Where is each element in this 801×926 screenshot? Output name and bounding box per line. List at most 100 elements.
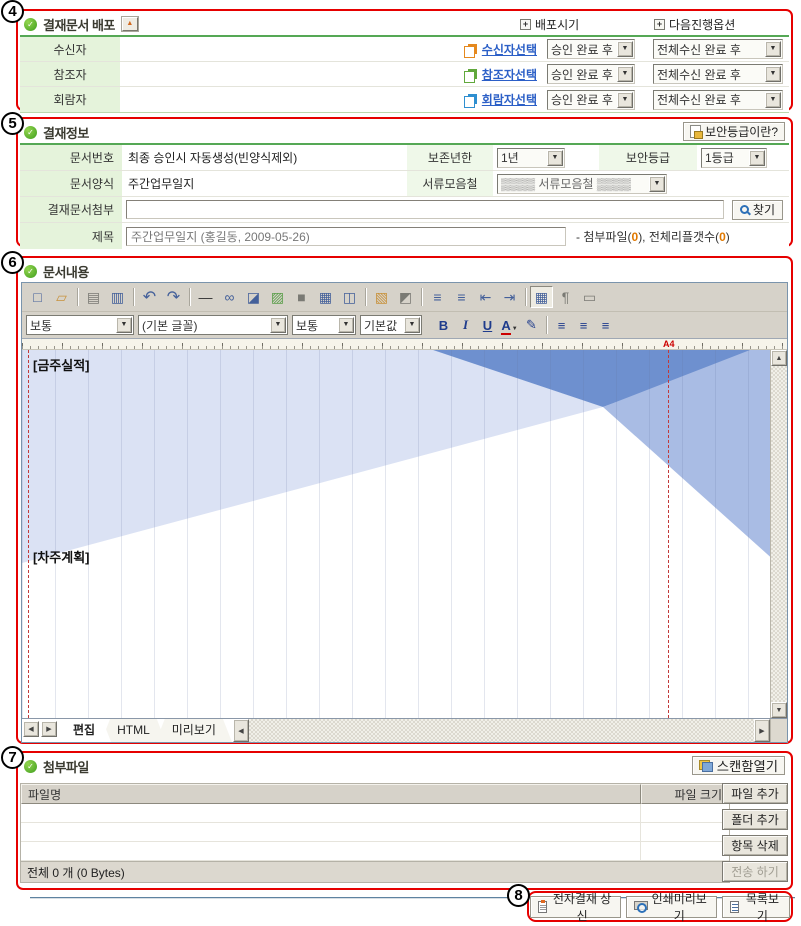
- chevron-down-icon[interactable]: ▼: [617, 66, 633, 82]
- recipient-select-link[interactable]: 수신자선택: [482, 41, 537, 58]
- eraser-icon[interactable]: ◪: [242, 286, 265, 308]
- open-scan-box-button[interactable]: 스캔함열기: [692, 756, 785, 775]
- attachment-buttons: 파일 추가 폴더 추가 항목 삭제 전송 하기: [722, 783, 788, 882]
- horizontal-scrollbar[interactable]: ◀ ▶: [233, 719, 787, 742]
- reference-next-option-select[interactable]: 전체수신 완료 후 ▼: [653, 64, 783, 84]
- expand-plus-icon[interactable]: +: [520, 19, 531, 30]
- circulation-next-option-select[interactable]: 전체수신 완료 후 ▼: [653, 90, 783, 110]
- tab-scroll-right-icon[interactable]: ▶: [41, 721, 57, 737]
- print-icon[interactable]: ▤: [82, 286, 105, 308]
- retention-select[interactable]: 1년 ▼: [497, 148, 565, 168]
- print-preview-button[interactable]: 인쇄미리보기: [626, 896, 717, 918]
- add-folder-button[interactable]: 폴더 추가: [722, 809, 788, 830]
- italic-button[interactable]: I: [455, 315, 476, 335]
- edit-table-icon[interactable]: ▧: [370, 286, 393, 308]
- hyperlink-icon[interactable]: ∞: [218, 286, 241, 308]
- scroll-up-icon[interactable]: ▲: [771, 350, 787, 366]
- circulation-timing-select[interactable]: 승인 완료 후 ▼: [547, 90, 635, 110]
- security-grade-select[interactable]: 1등급 ▼: [701, 148, 767, 168]
- editor-toolbar-format: 보통 ▼ (기본 글꼴) ▼ 보통 ▼ 기본값 ▼: [22, 312, 787, 339]
- paragraph-style-select[interactable]: 보통 ▼: [26, 315, 134, 335]
- align-center-icon[interactable]: ≡: [573, 315, 594, 335]
- document-body[interactable]: [금주실적] [차주계획]: [22, 350, 770, 718]
- chevron-down-icon[interactable]: ▼: [338, 317, 354, 333]
- add-file-button[interactable]: 파일 추가: [722, 783, 788, 804]
- scroll-right-icon[interactable]: ▶: [754, 719, 770, 742]
- insert-image-icon[interactable]: ▨: [266, 286, 289, 308]
- highlight-button[interactable]: ✎: [521, 315, 542, 335]
- row-label: 보안등급: [599, 145, 697, 170]
- open-folder-icon[interactable]: ▱: [50, 286, 73, 308]
- indent-icon[interactable]: ⇥: [498, 286, 521, 308]
- margin-guide-line: [28, 350, 29, 718]
- row-label: 문서양식: [20, 171, 122, 196]
- chevron-down-icon[interactable]: ▼: [404, 317, 420, 333]
- chevron-down-icon[interactable]: ▼: [749, 150, 765, 166]
- security-grade-help-button[interactable]: 보안등급이란?: [683, 122, 785, 141]
- paragraph-marks-icon[interactable]: ¶: [554, 286, 577, 308]
- expand-plus-icon[interactable]: +: [654, 19, 665, 30]
- layer-icon[interactable]: ◫: [338, 286, 361, 308]
- section-check-icon: ✓: [24, 18, 37, 31]
- redo-icon[interactable]: ↷: [162, 286, 185, 308]
- outdent-icon[interactable]: ⇤: [474, 286, 497, 308]
- font-color-button[interactable]: A ▼: [499, 315, 520, 335]
- new-document-icon[interactable]: □: [26, 286, 49, 308]
- chevron-down-icon[interactable]: ▼: [765, 41, 781, 57]
- reference-timing-select[interactable]: 승인 완료 후 ▼: [547, 64, 635, 84]
- font-family-select[interactable]: (기본 글꼴) ▼: [138, 315, 288, 335]
- remove-format-icon[interactable]: ◩: [394, 286, 417, 308]
- toggle-guides-icon[interactable]: ▦: [530, 286, 553, 308]
- chevron-down-icon[interactable]: ▼: [617, 92, 633, 108]
- scroll-down-icon[interactable]: ▼: [771, 702, 787, 718]
- recipient-next-option-select[interactable]: 전체수신 완료 후 ▼: [653, 39, 783, 59]
- circulation-select-link[interactable]: 회람자선택: [482, 91, 537, 108]
- submit-approval-button[interactable]: 전자결재 상신: [530, 896, 621, 918]
- horizontal-rule-icon[interactable]: —: [194, 286, 217, 308]
- tab-edit[interactable]: 편집: [57, 719, 111, 742]
- find-button[interactable]: 찾기: [732, 200, 783, 220]
- chevron-down-icon[interactable]: ▼: [617, 41, 633, 57]
- reference-select-link[interactable]: 참조자선택: [482, 66, 537, 83]
- doc-form-row: 문서양식 주간업무일지 서류모음철 ▒▒▒▒ 서류모음철 ▒▒▒▒ ▼: [20, 171, 789, 197]
- chevron-down-icon[interactable]: ▼: [765, 66, 781, 82]
- chevron-down-icon[interactable]: ▼: [649, 176, 665, 192]
- list-view-button[interactable]: 목록보기: [722, 896, 790, 918]
- align-left-icon[interactable]: ≡: [551, 315, 572, 335]
- ordered-list-icon[interactable]: ≡: [426, 286, 449, 308]
- scroll-left-icon[interactable]: ◀: [233, 719, 249, 742]
- recipient-timing-select[interactable]: 승인 완료 후 ▼: [547, 39, 635, 59]
- send-button[interactable]: 전송 하기: [722, 861, 788, 882]
- chevron-down-icon[interactable]: ▼: [765, 92, 781, 108]
- subject-input[interactable]: [126, 227, 566, 246]
- toolbar-separator: [133, 288, 134, 306]
- chevron-down-icon[interactable]: ▼: [116, 317, 132, 333]
- insert-media-icon[interactable]: ■: [290, 286, 313, 308]
- bold-button[interactable]: B: [433, 315, 454, 335]
- tab-scroll-left-icon[interactable]: ◀: [23, 721, 39, 737]
- a4-page-marker: A4: [662, 339, 676, 349]
- tab-preview[interactable]: 미리보기: [156, 719, 232, 742]
- align-right-icon[interactable]: ≡: [595, 315, 616, 335]
- column-guides: [22, 350, 770, 718]
- doc-attach-input[interactable]: [126, 200, 724, 219]
- delete-item-button[interactable]: 항목 삭제: [722, 835, 788, 856]
- attachments-body: 파일명 파일 크기 전체 0 개 (0 Bytes) 파일 추가 폴더 추가 항…: [20, 783, 789, 887]
- collapse-section-button[interactable]: ▲: [122, 17, 138, 31]
- font-size-select[interactable]: 보통 ▼: [292, 315, 356, 335]
- row-label: 참조자: [20, 62, 120, 86]
- chevron-down-icon[interactable]: ▼: [547, 150, 563, 166]
- vertical-scrollbar[interactable]: ▲ ▼: [770, 350, 787, 718]
- select-area-icon[interactable]: ▭: [578, 286, 601, 308]
- line-height-select[interactable]: 기본값 ▼: [360, 315, 422, 335]
- screen-preview-icon[interactable]: ▥: [106, 286, 129, 308]
- chevron-down-icon[interactable]: ▼: [270, 317, 286, 333]
- undo-icon[interactable]: ↶: [138, 286, 161, 308]
- attachment-row: [21, 804, 729, 823]
- insert-table-icon[interactable]: ▦: [314, 286, 337, 308]
- binder-select[interactable]: ▒▒▒▒ 서류모음철 ▒▒▒▒ ▼: [497, 174, 667, 194]
- scrollbar-track[interactable]: [249, 719, 754, 742]
- underline-button[interactable]: U: [477, 315, 498, 335]
- tab-html[interactable]: HTML: [101, 719, 166, 742]
- unordered-list-icon[interactable]: ≡: [450, 286, 473, 308]
